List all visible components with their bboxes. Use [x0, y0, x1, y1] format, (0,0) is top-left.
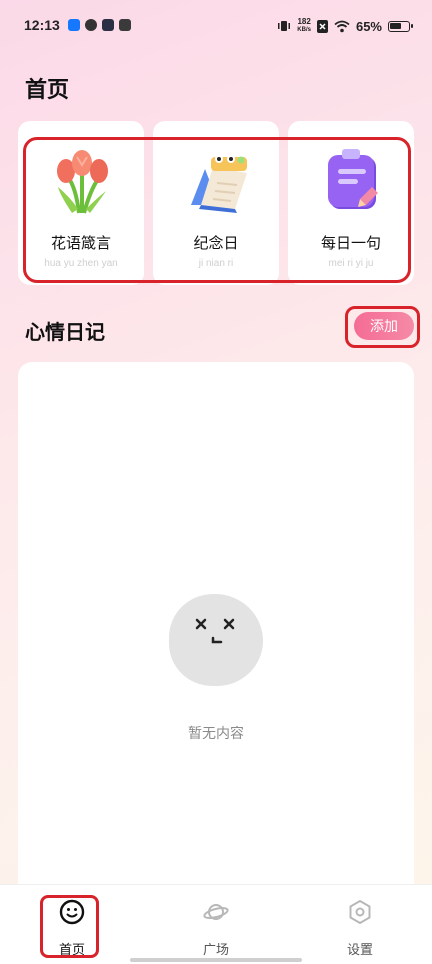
home-indicator[interactable] [130, 958, 302, 962]
add-diary-button[interactable]: 添加 [354, 312, 414, 340]
card-pinyin: ji nian ri [198, 258, 234, 269]
notepad-pen-icon [328, 149, 378, 209]
app-icon [85, 19, 97, 31]
vibrate-icon [278, 21, 291, 31]
alipay-icon [68, 19, 80, 31]
status-bar: 12:13 182 KB/s 65% [0, 0, 432, 50]
status-right: 182 KB/s 65% [277, 16, 413, 36]
smiley-icon [59, 899, 85, 925]
card-label: 花语箴言 [50, 234, 111, 252]
tab-settings[interactable]: 设置 [288, 885, 432, 964]
card-label: 纪念日 [193, 234, 239, 252]
desk-calendar-icon [191, 155, 247, 213]
net-speed-unit: KB/s [297, 27, 311, 33]
wifi-icon [334, 20, 350, 32]
video-app-icon [102, 19, 114, 31]
card-daily-quote[interactable]: 每日一句 mei ri yi ju [288, 121, 414, 285]
card-anniversary[interactable]: 纪念日 ji nian ri [153, 121, 279, 285]
settings-hexagon-icon [349, 900, 371, 924]
battery-percent: 65% [355, 18, 382, 34]
empty-state-text: 暂无内容 [188, 726, 244, 742]
tab-label: 首页 [58, 943, 85, 958]
net-speed: 182 KB/s [297, 18, 311, 34]
section-title-mood-diary: 心情日记 [25, 320, 105, 344]
page-title: 首页 [25, 78, 70, 103]
card-label: 每日一句 [320, 234, 381, 252]
planet-icon [203, 904, 229, 920]
tab-label: 广场 [202, 943, 229, 958]
tab-home[interactable]: 首页 [0, 885, 144, 964]
card-pinyin: mei ri yi ju [328, 258, 374, 269]
empty-face-icon [169, 594, 263, 686]
bottom-tab-bar: 首页 广场 设置 [0, 884, 432, 964]
sim-off-icon [316, 19, 328, 33]
tab-label: 设置 [346, 943, 373, 958]
status-time: 12:13 [24, 17, 60, 33]
diary-list-panel[interactable]: 暂无内容 [18, 362, 414, 902]
card-flower-sayings[interactable]: 花语箴言 hua yu zhen yan [18, 121, 144, 285]
card-pinyin: hua yu zhen yan [44, 258, 118, 269]
tab-square[interactable]: 广场 [144, 885, 288, 964]
battery-icon [388, 20, 413, 32]
mail-app-icon [119, 19, 131, 31]
net-speed-value: 182 [297, 17, 311, 26]
tulip-bouquet-icon [57, 150, 108, 214]
